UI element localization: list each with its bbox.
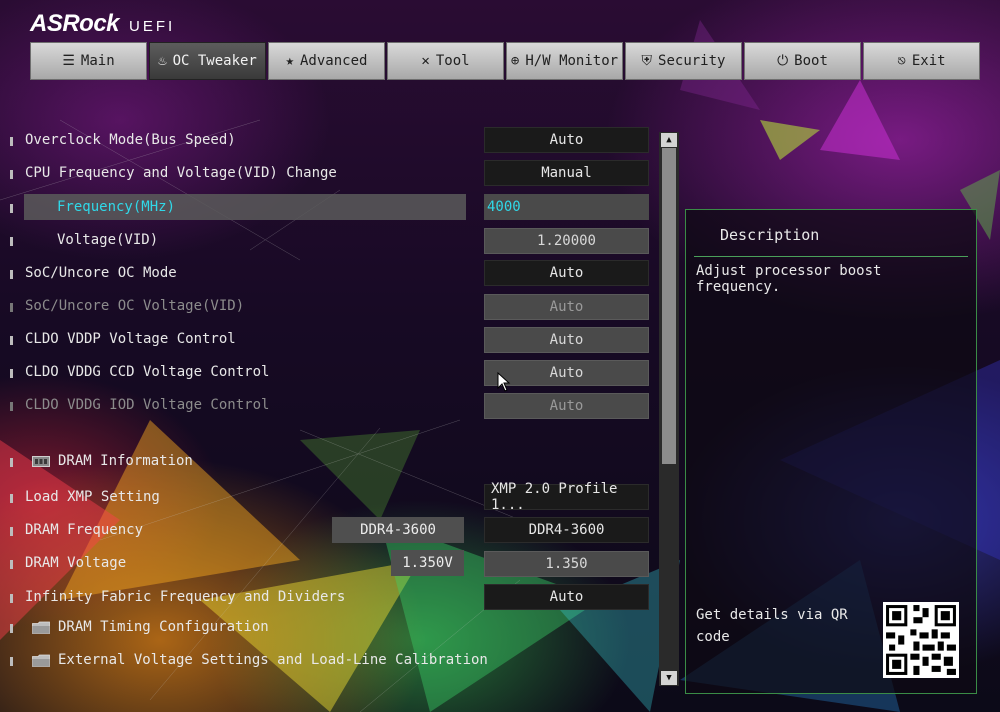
- cldo-vddp-input[interactable]: Auto: [484, 327, 649, 353]
- row-bullet: [10, 402, 13, 411]
- setting-cpu-freq-voltage-change[interactable]: CPU Frequency and Voltage(VID) Change Ma…: [0, 160, 660, 188]
- setting-infinity-fabric[interactable]: Infinity Fabric Frequency and Dividers A…: [0, 584, 660, 612]
- dram-frequency-current: DDR4-3600: [332, 517, 464, 543]
- folder-icon: [32, 654, 50, 667]
- overclock-mode-select[interactable]: Auto: [484, 127, 649, 153]
- setting-dram-voltage[interactable]: DRAM Voltage 1.350V 1.350: [0, 550, 660, 578]
- setting-label: DRAM Frequency: [25, 522, 144, 538]
- load-xmp-select[interactable]: XMP 2.0 Profile 1...: [484, 481, 649, 513]
- setting-dram-frequency[interactable]: DRAM Frequency DDR4-3600 DDR4-3600: [0, 517, 660, 545]
- cpu-freq-voltage-select[interactable]: Manual: [484, 160, 649, 186]
- voltage-vid-input[interactable]: 1.20000: [484, 228, 649, 254]
- qr-code-icon: [883, 602, 959, 678]
- setting-label: SoC/Uncore OC Mode: [25, 265, 177, 281]
- dram-frequency-select[interactable]: DDR4-3600: [484, 517, 649, 543]
- power-icon: ⏻: [777, 53, 789, 69]
- setting-label: Infinity Fabric Frequency and Dividers: [25, 589, 346, 605]
- soc-uncore-oc-voltage-input: Auto: [484, 294, 649, 320]
- setting-label: DRAM Timing Configuration: [58, 619, 269, 635]
- setting-label: SoC/Uncore OC Voltage(VID): [25, 298, 245, 314]
- row-bullet: [10, 270, 13, 279]
- description-panel: Description Adjust processor boost frequ…: [685, 209, 977, 694]
- dram-voltage-current: 1.350V: [391, 550, 464, 576]
- row-bullet: [10, 657, 13, 666]
- qr-caption: Get details via QR code: [696, 607, 848, 645]
- setting-label: CPU Frequency and Voltage(VID) Change: [25, 165, 337, 181]
- setting-cldo-vddg-ccd[interactable]: CLDO VDDG CCD Voltage Control Auto: [0, 359, 660, 387]
- setting-label: Overclock Mode(Bus Speed): [25, 132, 236, 148]
- tab-boot[interactable]: ⏻ Boot: [744, 42, 861, 80]
- setting-load-xmp[interactable]: Load XMP Setting XMP 2.0 Profile 1...: [0, 481, 660, 513]
- row-bullet: [10, 560, 13, 569]
- submenu-dram-information[interactable]: DRAM Information: [0, 448, 660, 476]
- folder-icon: [32, 621, 50, 634]
- scroll-down-icon[interactable]: ▼: [661, 671, 677, 685]
- infinity-fabric-select[interactable]: Auto: [484, 584, 649, 610]
- setting-label: Voltage(VID): [57, 232, 159, 248]
- setting-label: CLDO VDDG CCD Voltage Control: [25, 364, 270, 380]
- setting-label: DRAM Information: [58, 453, 193, 469]
- scroll-thumb[interactable]: [662, 148, 676, 464]
- row-bullet: [10, 624, 13, 633]
- row-bullet: [10, 237, 13, 246]
- row-bullet: [10, 137, 13, 146]
- settings-scrollbar[interactable]: ▲ ▼: [659, 132, 679, 686]
- row-bullet: [10, 369, 13, 378]
- tab-label: Boot: [794, 53, 828, 69]
- setting-cldo-vddp[interactable]: CLDO VDDP Voltage Control Auto: [0, 326, 660, 354]
- setting-label: CLDO VDDP Voltage Control: [25, 331, 236, 347]
- settings-list: Overclock Mode(Bus Speed) Auto CPU Frequ…: [0, 0, 680, 712]
- row-bullet: [10, 594, 13, 603]
- row-bullet: [10, 458, 13, 467]
- setting-label: External Voltage Settings and Load-Line …: [58, 652, 488, 668]
- setting-soc-uncore-oc-mode[interactable]: SoC/Uncore OC Mode Auto: [0, 260, 660, 288]
- soc-uncore-oc-mode-select[interactable]: Auto: [484, 260, 649, 286]
- tab-label: Exit: [911, 53, 946, 69]
- setting-cldo-vddg-iod: CLDO VDDG IOD Voltage Control Auto: [0, 392, 660, 420]
- submenu-external-voltage[interactable]: External Voltage Settings and Load-Line …: [0, 647, 660, 675]
- setting-label: Frequency(MHz): [57, 199, 176, 215]
- setting-voltage-vid[interactable]: Voltage(VID) 1.20000: [0, 227, 660, 255]
- row-bullet: [10, 336, 13, 345]
- exit-icon: ⎋: [897, 53, 906, 69]
- submenu-dram-timing[interactable]: DRAM Timing Configuration: [0, 614, 660, 642]
- setting-label: Load XMP Setting: [25, 489, 160, 505]
- row-bullet: [10, 494, 13, 503]
- row-bullet: [10, 204, 13, 213]
- cldo-vddg-iod-input: Auto: [484, 393, 649, 419]
- description-divider: [694, 256, 968, 257]
- setting-label: DRAM Voltage: [25, 555, 127, 571]
- setting-frequency[interactable]: Frequency(MHz) 4000: [0, 194, 660, 222]
- setting-label: CLDO VDDG IOD Voltage Control: [25, 397, 270, 413]
- row-bullet: [10, 303, 13, 312]
- setting-soc-uncore-oc-voltage: SoC/Uncore OC Voltage(VID) Auto: [0, 293, 660, 321]
- row-bullet: [10, 170, 13, 179]
- row-bullet: [10, 527, 13, 536]
- description-text: Adjust processor boost frequency.: [696, 263, 882, 295]
- frequency-input[interactable]: 4000: [484, 194, 649, 220]
- scroll-up-icon[interactable]: ▲: [661, 133, 677, 147]
- dram-voltage-input[interactable]: 1.350: [484, 551, 649, 577]
- description-title: Description: [720, 226, 820, 244]
- mouse-pointer-icon: [497, 372, 511, 392]
- setting-overclock-mode[interactable]: Overclock Mode(Bus Speed) Auto: [0, 127, 660, 155]
- tab-exit[interactable]: ⎋ Exit: [863, 42, 980, 80]
- memory-icon: [32, 456, 50, 467]
